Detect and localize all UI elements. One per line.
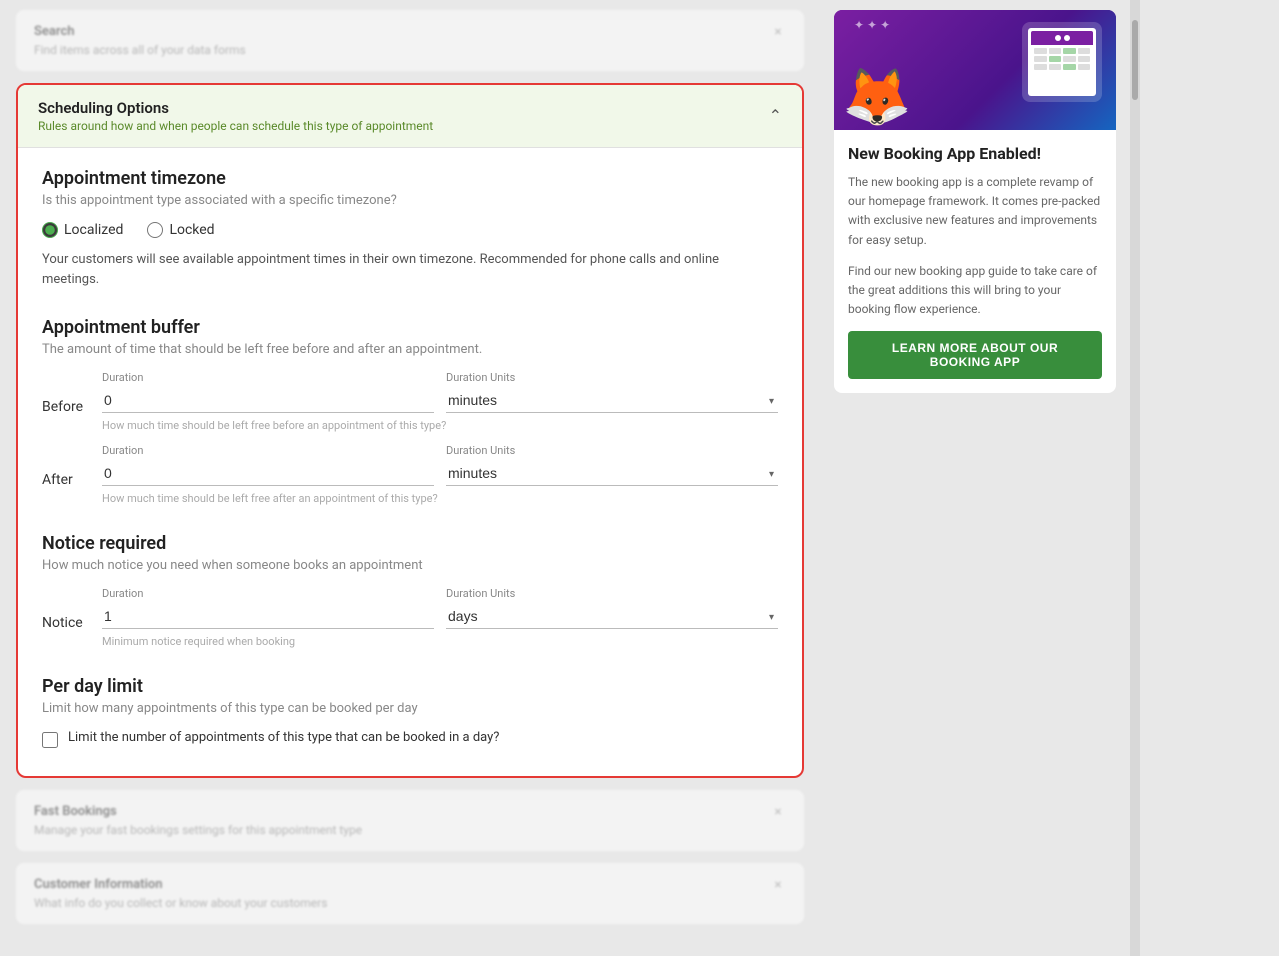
per-day-limit-checkbox[interactable] [42, 732, 58, 748]
after-units-select[interactable]: minutes hours days [446, 461, 778, 486]
per-day-limit-checkbox-row: Limit the number of appointments of this… [42, 730, 778, 748]
timezone-locked-label: Locked [169, 222, 214, 238]
promo-title: New Booking App Enabled! [848, 144, 1102, 163]
notice-units-select[interactable]: minutes hours days [446, 604, 778, 629]
promo-card: 🦊 [834, 10, 1116, 393]
notice-label: Notice [42, 587, 90, 631]
top-card-title: Search [34, 24, 770, 39]
notice-units-label: Duration Units [446, 587, 778, 600]
fast-bookings-card: Fast Bookings Manage your fast bookings … [16, 790, 804, 851]
before-duration-group: Duration [102, 371, 434, 413]
after-units-group: Duration Units minutes hours days ▾ [446, 444, 778, 486]
after-duration-label: Duration [102, 444, 434, 457]
per-day-limit-checkbox-label: Limit the number of appointments of this… [68, 730, 499, 745]
promo-link-text: Find our new booking app guide to take c… [848, 262, 1102, 320]
right-sidebar: 🦊 [820, 0, 1130, 956]
scheduling-options-collapse-button[interactable]: ⌃ [769, 106, 782, 126]
notice-duration-group: Duration [102, 587, 434, 629]
buffer-before-fields: Duration Duration Units minutes hours da… [102, 371, 778, 432]
per-day-limit-subtitle: Limit how many appointments of this type… [42, 701, 778, 716]
promo-body: New Booking App Enabled! The new booking… [834, 130, 1116, 393]
scheduling-options-body: Appointment timezone Is this appointment… [18, 148, 802, 776]
scheduling-options-title: Scheduling Options [38, 99, 433, 117]
stars-decoration: ✦ ✦ ✦ [854, 18, 890, 32]
fast-bookings-title: Fast Bookings [34, 804, 770, 819]
notice-required-title: Notice required [42, 533, 778, 554]
timezone-radio-group: Localized Locked [42, 222, 778, 238]
per-day-limit-section: Per day limit Limit how many appointment… [42, 676, 778, 748]
timezone-note: Your customers will see available appoin… [42, 250, 778, 289]
fast-bookings-close-button[interactable]: × [770, 804, 786, 820]
buffer-after-label: After [42, 444, 90, 488]
appointment-buffer-section: Appointment buffer The amount of time th… [42, 317, 778, 505]
before-units-group: Duration Units minutes hours days ▾ [446, 371, 778, 413]
after-duration-input[interactable] [102, 461, 434, 486]
after-units-label: Duration Units [446, 444, 778, 457]
scrollbar-track[interactable] [1130, 0, 1140, 956]
customer-information-title: Customer Information [34, 877, 770, 892]
buffer-before-row: Before Duration Duration Units [42, 371, 778, 432]
appointment-buffer-title: Appointment buffer [42, 317, 778, 338]
top-card-close-button[interactable]: × [770, 24, 786, 40]
calendar-illustration [1022, 22, 1102, 102]
timezone-localized-radio[interactable] [42, 222, 58, 238]
buffer-after-fields: Duration Duration Units minutes hours da… [102, 444, 778, 505]
per-day-limit-title: Per day limit [42, 676, 778, 697]
notice-required-subtitle: How much notice you need when someone bo… [42, 558, 778, 573]
buffer-before-label: Before [42, 371, 90, 415]
bottom-cards-area: Fast Bookings Manage your fast bookings … [16, 790, 804, 924]
appointment-timezone-title: Appointment timezone [42, 168, 778, 189]
top-blurred-card: Search Find items across all of your dat… [16, 10, 804, 71]
appointment-timezone-subtitle: Is this appointment type associated with… [42, 193, 778, 208]
notice-duration-hint: Minimum notice required when booking [102, 635, 778, 648]
promo-text: The new booking app is a complete revamp… [848, 173, 1102, 250]
timezone-localized-option[interactable]: Localized [42, 222, 123, 238]
notice-duration-input[interactable] [102, 604, 434, 629]
fox-illustration: 🦊 [842, 64, 912, 130]
customer-information-subtitle: What info do you collect or know about y… [34, 896, 770, 910]
after-duration-group: Duration [102, 444, 434, 486]
customer-information-card: Customer Information What info do you co… [16, 863, 804, 924]
appointment-buffer-subtitle: The amount of time that should be left f… [42, 342, 778, 357]
notice-duration-label: Duration [102, 587, 434, 600]
timezone-locked-radio[interactable] [147, 222, 163, 238]
before-duration-hint: How much time should be left free before… [102, 419, 778, 432]
before-units-select[interactable]: minutes hours days [446, 388, 778, 413]
notice-row: Notice Duration Duration Units [42, 587, 778, 648]
fast-bookings-subtitle: Manage your fast bookings settings for t… [34, 823, 770, 837]
notice-fields: Duration Duration Units minutes hours da… [102, 587, 778, 648]
before-units-label: Duration Units [446, 371, 778, 384]
notice-units-group: Duration Units minutes hours days ▾ [446, 587, 778, 629]
scheduling-options-header: Scheduling Options Rules around how and … [18, 85, 802, 148]
promo-learn-more-button[interactable]: LEARN MORE ABOUT OUR BOOKING APP [848, 331, 1102, 379]
before-duration-label: Duration [102, 371, 434, 384]
scrollbar-thumb[interactable] [1132, 20, 1138, 100]
timezone-localized-label: Localized [64, 222, 123, 238]
scheduling-options-subtitle: Rules around how and when people can sch… [38, 119, 433, 133]
appointment-timezone-section: Appointment timezone Is this appointment… [42, 168, 778, 289]
before-duration-input[interactable] [102, 388, 434, 413]
notice-required-section: Notice required How much notice you need… [42, 533, 778, 648]
timezone-locked-option[interactable]: Locked [147, 222, 214, 238]
after-duration-hint: How much time should be left free after … [102, 492, 778, 505]
scheduling-options-card: Scheduling Options Rules around how and … [16, 83, 804, 778]
customer-info-close-button[interactable]: × [770, 877, 786, 893]
buffer-after-row: After Duration Duration Units [42, 444, 778, 505]
promo-banner: 🦊 [834, 10, 1116, 130]
top-card-subtitle: Find items across all of your data forms [34, 43, 770, 57]
